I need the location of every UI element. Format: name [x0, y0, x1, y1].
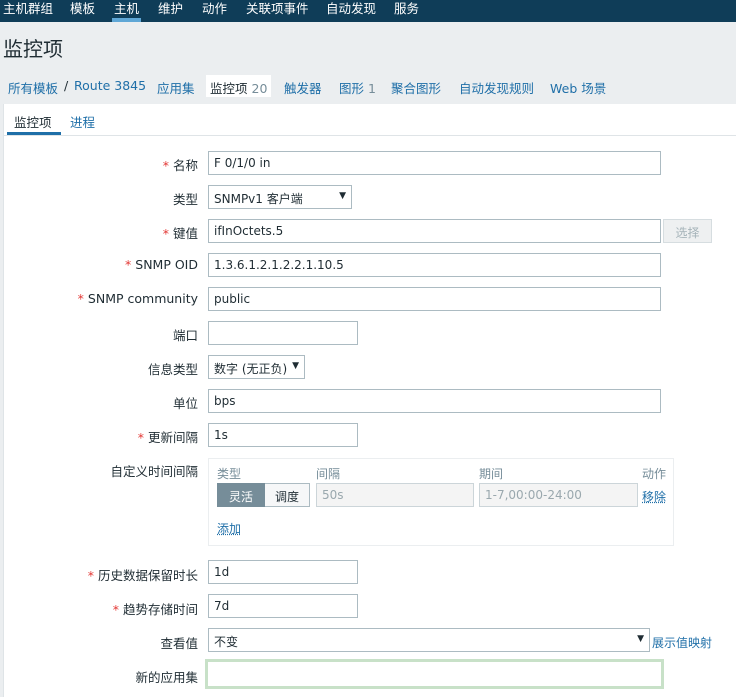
snmp-oid-label: * SNMP OID	[125, 257, 198, 272]
nav-correlation[interactable]: 关联项事件	[246, 0, 309, 22]
breadcrumb-triggers[interactable]: 触发器	[284, 78, 322, 97]
required-marker: *	[125, 257, 132, 272]
name-input[interactable]: F 0/1/0 in	[208, 151, 661, 175]
dropdown-arrow-icon: ▼	[339, 191, 346, 201]
breadcrumb-web[interactable]: Web 场景	[550, 78, 606, 97]
breadcrumb-graphs-label: 图形	[339, 81, 365, 96]
nav-hosts[interactable]: 主机	[111, 0, 142, 22]
dropdown-arrow-icon: ▼	[637, 634, 644, 644]
nav-maintenance[interactable]: 维护	[158, 0, 183, 22]
tab-bar: 监控项 进程	[4, 104, 736, 136]
snmp-community-label: * SNMP community	[77, 291, 198, 306]
breadcrumb: 所有模板 / Route 3845 应用集 监控项 20 触发器 图形 1 聚合…	[0, 70, 736, 102]
history-label: * 历史数据保留时长	[87, 568, 198, 583]
col-type-header: 类型	[217, 467, 242, 481]
breadcrumb-items[interactable]: 监控项 20	[206, 75, 272, 97]
new-application-input[interactable]	[205, 659, 664, 689]
required-marker: *	[112, 602, 119, 617]
dropdown-arrow-icon: ▼	[292, 361, 299, 371]
units-input[interactable]: bps	[208, 389, 661, 413]
add-interval-link[interactable]: 添加	[217, 520, 241, 537]
scheduling-toggle[interactable]: 调度	[265, 483, 310, 507]
type-select-value: SNMPv1 客户端	[214, 192, 303, 206]
nav-actions[interactable]: 动作	[202, 0, 227, 22]
required-marker: *	[162, 226, 169, 241]
required-marker: *	[77, 291, 84, 306]
units-label: 单位	[172, 396, 198, 411]
flex-period-input[interactable]: 1-7,00:00-24:00	[479, 483, 638, 507]
port-label: 端口	[172, 328, 198, 343]
required-marker: *	[87, 568, 94, 583]
flex-interval-input[interactable]: 50s	[316, 483, 474, 507]
show-value-select-value: 不变	[214, 635, 239, 649]
type-select[interactable]: SNMPv1 客户端 ▼	[208, 185, 352, 209]
required-marker: *	[137, 430, 144, 445]
breadcrumb-screens[interactable]: 聚合图形	[391, 78, 441, 97]
breadcrumb-items-count: 20	[251, 81, 268, 96]
name-label: * 名称	[162, 158, 198, 173]
tab-item[interactable]: 监控项	[7, 112, 60, 135]
update-interval-input[interactable]: 1s	[208, 423, 358, 447]
info-type-select-value: 数字 (无正负)	[214, 362, 288, 376]
flexible-toggle[interactable]: 灵活	[217, 483, 265, 507]
nav-templates[interactable]: 模板	[70, 0, 95, 22]
col-period-header: 期间	[479, 467, 504, 481]
breadcrumb-items-label: 监控项	[210, 81, 248, 96]
col-interval-header: 间隔	[316, 467, 341, 481]
breadcrumb-all-templates[interactable]: 所有模板	[8, 78, 58, 97]
breadcrumb-host[interactable]: Route 3845	[74, 78, 146, 93]
snmp-community-input[interactable]: public	[208, 287, 661, 311]
breadcrumb-graphs-count: 1	[368, 81, 376, 96]
custom-intervals-label: 自定义时间间隔	[110, 464, 198, 479]
nav-services[interactable]: 服务	[394, 0, 419, 22]
page-title: 监控项	[3, 37, 63, 61]
nav-host-groups[interactable]: 主机群组	[3, 0, 53, 22]
new-application-label: 新的应用集	[135, 670, 198, 685]
nav-discovery[interactable]: 自动发现	[326, 0, 376, 22]
port-input[interactable]	[208, 321, 358, 345]
snmp-oid-input[interactable]: 1.3.6.1.2.1.2.2.1.10.5	[208, 253, 661, 277]
top-navigation: 主机群组 模板 主机 维护 动作 关联项事件 自动发现 服务	[0, 0, 736, 22]
trends-label: * 趋势存储时间	[112, 602, 198, 617]
breadcrumb-graphs[interactable]: 图形 1	[339, 78, 376, 97]
col-action-header: 动作	[642, 467, 667, 481]
select-key-button[interactable]: 选择	[663, 219, 712, 243]
show-value-label: 查看值	[160, 636, 198, 651]
breadcrumb-separator: /	[64, 78, 69, 93]
history-input[interactable]: 1d	[208, 560, 358, 584]
info-type-label: 信息类型	[147, 362, 198, 377]
tab-process[interactable]: 进程	[70, 112, 95, 131]
breadcrumb-discovery[interactable]: 自动发现规则	[459, 78, 534, 97]
key-label: * 键值	[162, 226, 198, 241]
breadcrumb-applications[interactable]: 应用集	[157, 78, 195, 97]
info-type-select[interactable]: 数字 (无正负) ▼	[208, 355, 305, 379]
required-marker: *	[162, 158, 169, 173]
form-panel: 监控项 进程 * 名称 F 0/1/0 in 类型 SNMPv1 客户端 ▼ * 键…	[3, 104, 736, 697]
key-input[interactable]: ifInOctets.5	[208, 219, 661, 243]
custom-intervals-table: 类型 间隔 期间 动作 灵活 调度 50s 1-7,00:00-24:00 移除…	[208, 458, 674, 546]
type-label: 类型	[172, 192, 198, 207]
trends-input[interactable]: 7d	[208, 594, 358, 618]
update-interval-label: * 更新间隔	[137, 430, 198, 445]
value-mapping-link[interactable]: 展示值映射	[652, 634, 712, 651]
show-value-select[interactable]: 不变 ▼	[208, 628, 650, 652]
remove-interval-link[interactable]: 移除	[642, 488, 666, 505]
